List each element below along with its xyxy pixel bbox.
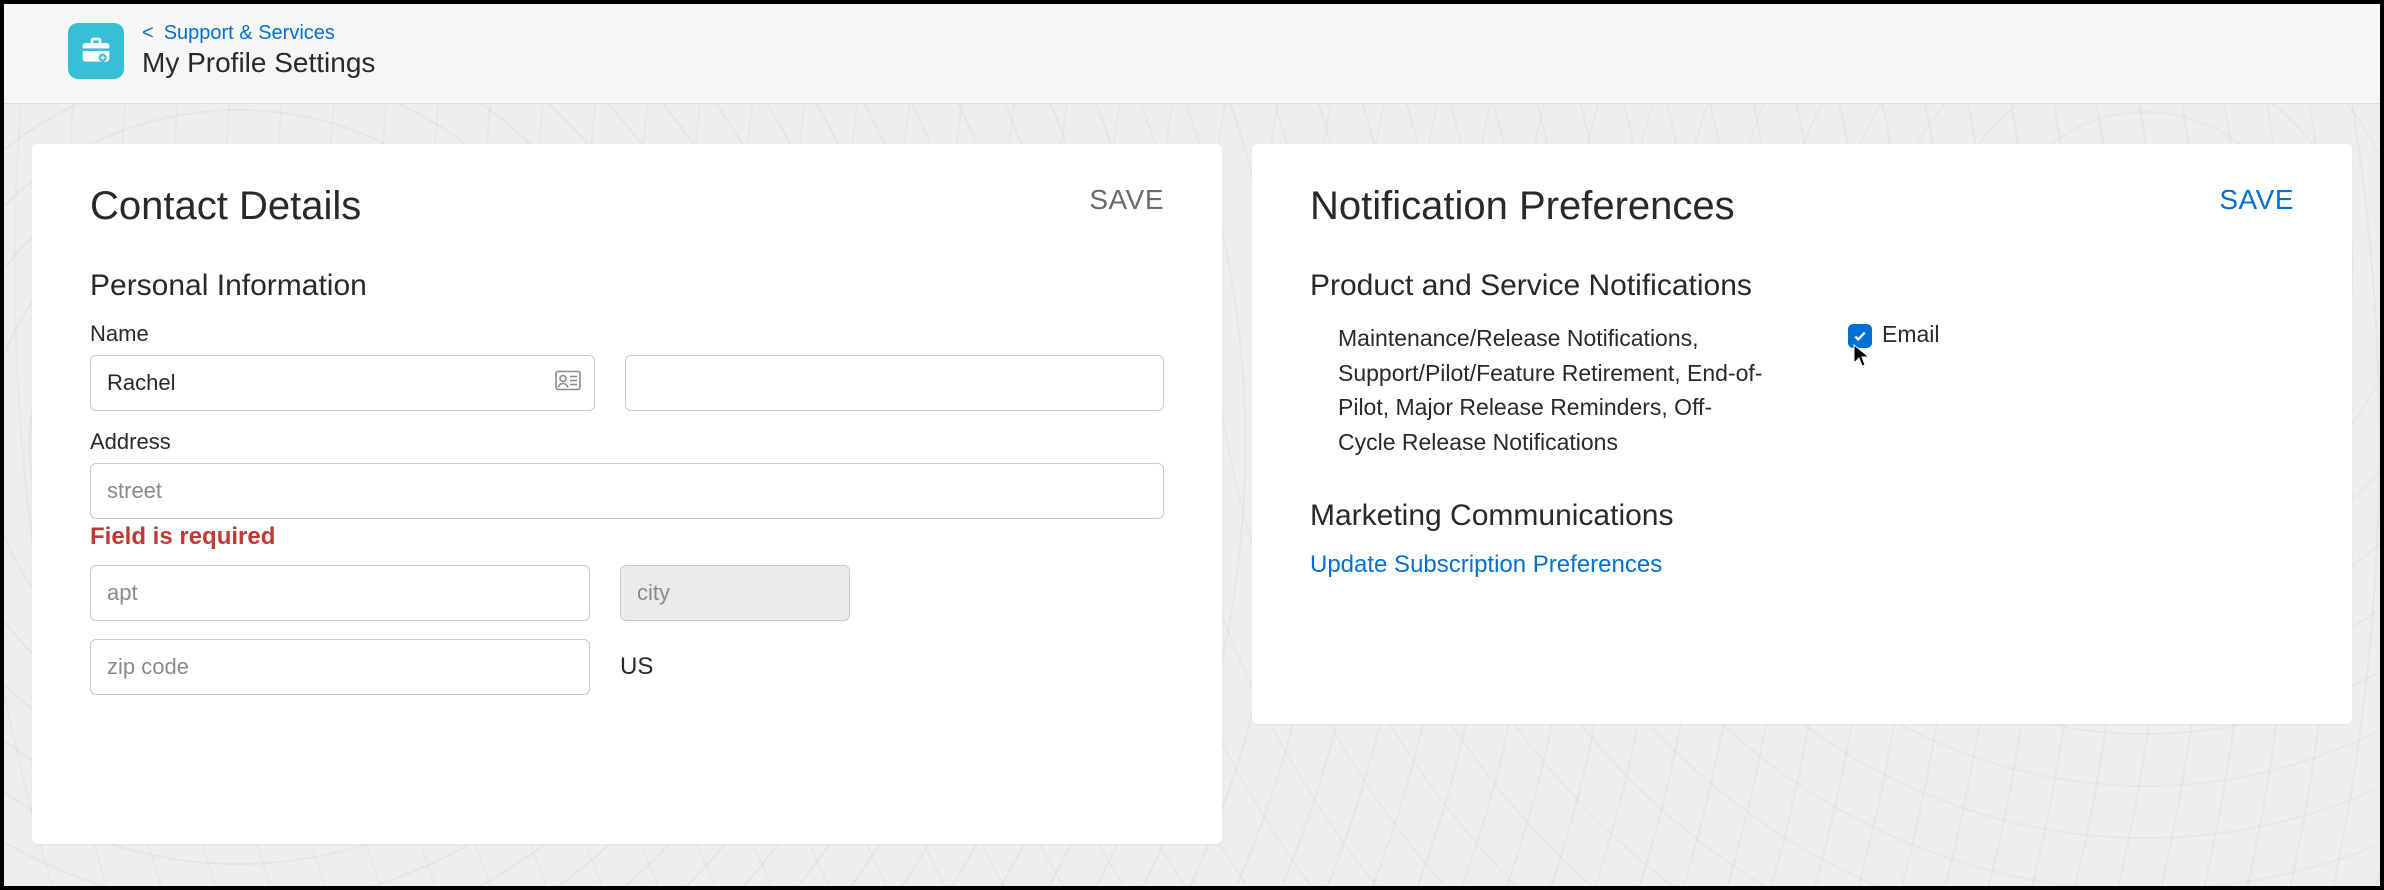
personal-info-heading: Personal Information xyxy=(90,269,1164,303)
product-notifications-heading: Product and Service Notifications xyxy=(1310,269,2294,303)
email-label: Email xyxy=(1882,321,1940,348)
chevron-left-icon: < xyxy=(142,22,154,45)
country-text: US xyxy=(620,653,653,681)
header-titles: < Support & Services My Profile Settings xyxy=(142,22,375,79)
save-notifications-button[interactable]: SAVE xyxy=(2219,184,2294,216)
notification-preferences-card: Notification Preferences SAVE Product an… xyxy=(1252,144,2352,724)
breadcrumb-link[interactable]: Support & Services xyxy=(164,22,335,45)
contact-card-title: Contact Details xyxy=(90,184,361,229)
street-error: Field is required xyxy=(90,523,1164,551)
address-label: Address xyxy=(90,429,1164,455)
update-subscription-link[interactable]: Update Subscription Preferences xyxy=(1310,551,1662,578)
name-label: Name xyxy=(90,321,1164,347)
page-title: My Profile Settings xyxy=(142,47,375,79)
contact-details-card: Contact Details SAVE Personal Informatio… xyxy=(32,144,1222,844)
first-name-input[interactable] xyxy=(90,355,595,411)
id-card-icon xyxy=(555,371,581,396)
email-checkbox[interactable] xyxy=(1848,324,1872,348)
content-area: Contact Details SAVE Personal Informatio… xyxy=(4,104,2380,844)
last-name-input[interactable] xyxy=(625,355,1164,411)
apt-input[interactable] xyxy=(90,565,590,621)
city-input[interactable] xyxy=(620,565,850,621)
marketing-heading: Marketing Communications xyxy=(1310,499,2294,533)
street-input[interactable] xyxy=(90,463,1164,519)
notifications-card-title: Notification Preferences xyxy=(1310,184,1735,229)
briefcase-icon xyxy=(68,23,124,79)
zip-input[interactable] xyxy=(90,639,590,695)
save-contact-button[interactable]: SAVE xyxy=(1089,184,1164,216)
page-header: < Support & Services My Profile Settings xyxy=(4,4,2380,104)
product-notifications-desc: Maintenance/Release Notifications, Suppo… xyxy=(1338,321,1768,459)
